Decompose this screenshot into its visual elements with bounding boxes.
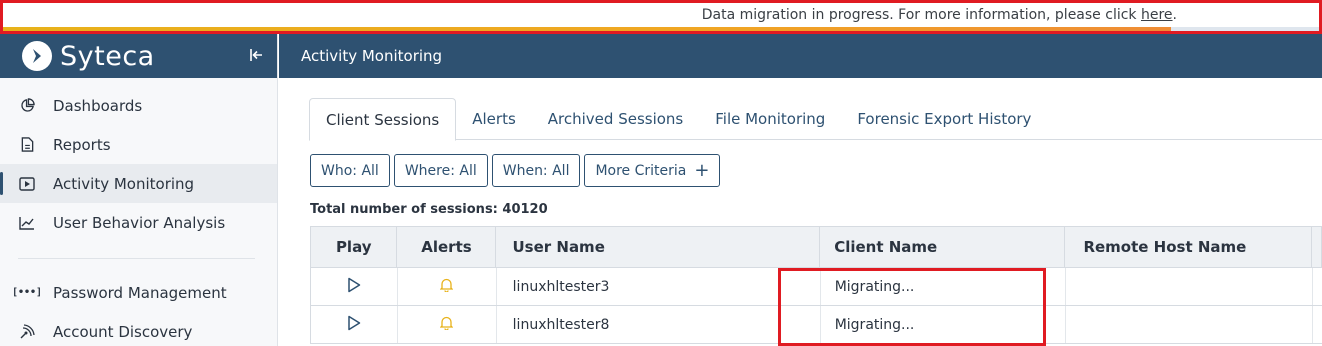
plus-icon: + [694,159,710,181]
sidebar-item-label: Activity Monitoring [53,174,195,193]
page-header: Activity Monitoring [279,34,1322,78]
column-header-user-name[interactable]: User Name [496,227,821,267]
table-header: Play Alerts User Name Client Name Remote… [310,226,1322,268]
sidebar-item-reports[interactable]: Reports [0,125,277,164]
column-header-extra [1312,227,1321,267]
sidebar-nav: Dashboards Reports Activity Monitoring U… [0,78,277,346]
column-header-client-name[interactable]: Client Name [820,227,1066,267]
who-filter-button[interactable]: Who: All [310,154,390,187]
table-row[interactable]: linuxhltester3 Migrating... [310,268,1322,306]
page-title: Activity Monitoring [301,47,443,65]
sidebar-item-activity-monitoring[interactable]: Activity Monitoring [0,164,277,203]
trend-chart-icon [18,214,36,232]
more-criteria-button[interactable]: More Criteria + [584,154,721,187]
migration-progress-bar [3,27,1171,31]
play-screen-icon [18,175,36,193]
sidebar-item-label: Password Management [53,283,227,302]
tab-file-monitoring[interactable]: File Monitoring [699,98,841,140]
client-name-cell: Migrating... [821,306,1067,343]
sidebar: Syteca Dashboards Reports Activity Monit… [0,34,278,346]
column-header-play[interactable]: Play [311,227,398,267]
extra-cell [1313,306,1322,343]
banner-suffix: . [1172,7,1177,23]
main-content: Activity Monitoring Client Sessions Aler… [279,34,1322,346]
play-cell [311,306,398,343]
where-filter-button[interactable]: Where: All [393,154,488,187]
alerts-cell [398,268,497,305]
play-icon[interactable] [347,315,361,335]
client-name-cell: Migrating... [821,268,1067,305]
bell-icon[interactable] [439,278,454,296]
user-name-cell: linuxhltester3 [497,268,821,305]
play-cell [311,268,398,305]
document-icon [18,136,36,154]
sidebar-item-label: Reports [53,135,111,154]
banner-here-link[interactable]: here [1141,7,1173,23]
filter-label: More Criteria [595,162,687,179]
tab-forensic-export-history[interactable]: Forensic Export History [841,98,1047,140]
filter-bar: Who: All Where: All When: All More Crite… [310,154,721,187]
syteca-logo-icon [22,41,52,71]
collapse-left-icon[interactable] [247,45,267,65]
sidebar-divider [18,258,255,259]
play-icon[interactable] [347,277,361,297]
dashboard-pie-icon [18,97,36,115]
remote-host-cell [1066,268,1313,305]
sidebar-item-user-behavior-analysis[interactable]: User Behavior Analysis [0,203,277,242]
brand-name: Syteca [60,40,155,72]
tab-alerts[interactable]: Alerts [456,98,532,140]
migration-progress-track [1171,27,1319,31]
password-dots-icon: [•••] [11,287,43,298]
migration-banner: Data migration in progress. For more inf… [0,0,1322,34]
alerts-cell [398,306,497,343]
radar-icon [18,323,36,341]
filter-label: Who: All [321,162,379,179]
tab-client-sessions[interactable]: Client Sessions [309,98,457,141]
bell-icon[interactable] [439,316,454,334]
column-header-alerts[interactable]: Alerts [397,227,497,267]
banner-message: Data migration in progress. For more inf… [702,7,1177,23]
sessions-table: Play Alerts User Name Client Name Remote… [310,226,1322,344]
sidebar-item-label: User Behavior Analysis [53,213,226,232]
banner-text: Data migration in progress. For more inf… [701,7,1141,23]
column-header-remote-host-name[interactable]: Remote Host Name [1065,227,1312,267]
sidebar-item-label: Account Discovery [53,322,193,341]
when-filter-button[interactable]: When: All [491,154,581,187]
total-sessions-count: Total number of sessions: 40120 [310,202,548,217]
table-row[interactable]: linuxhltester8 Migrating... [310,306,1322,344]
remote-host-cell [1066,306,1313,343]
tab-archived-sessions[interactable]: Archived Sessions [532,98,699,140]
sidebar-item-account-discovery[interactable]: Account Discovery [0,312,277,346]
sidebar-item-dashboards[interactable]: Dashboards [0,86,277,125]
extra-cell [1313,268,1322,305]
tab-bar: Client Sessions Alerts Archived Sessions… [309,98,1322,141]
filter-label: Where: All [404,162,477,179]
brand-bar: Syteca [0,34,277,78]
filter-label: When: All [502,162,570,179]
sidebar-item-label: Dashboards [53,96,143,115]
sidebar-item-password-management[interactable]: [•••] Password Management [0,273,277,312]
user-name-cell: linuxhltester8 [497,306,821,343]
